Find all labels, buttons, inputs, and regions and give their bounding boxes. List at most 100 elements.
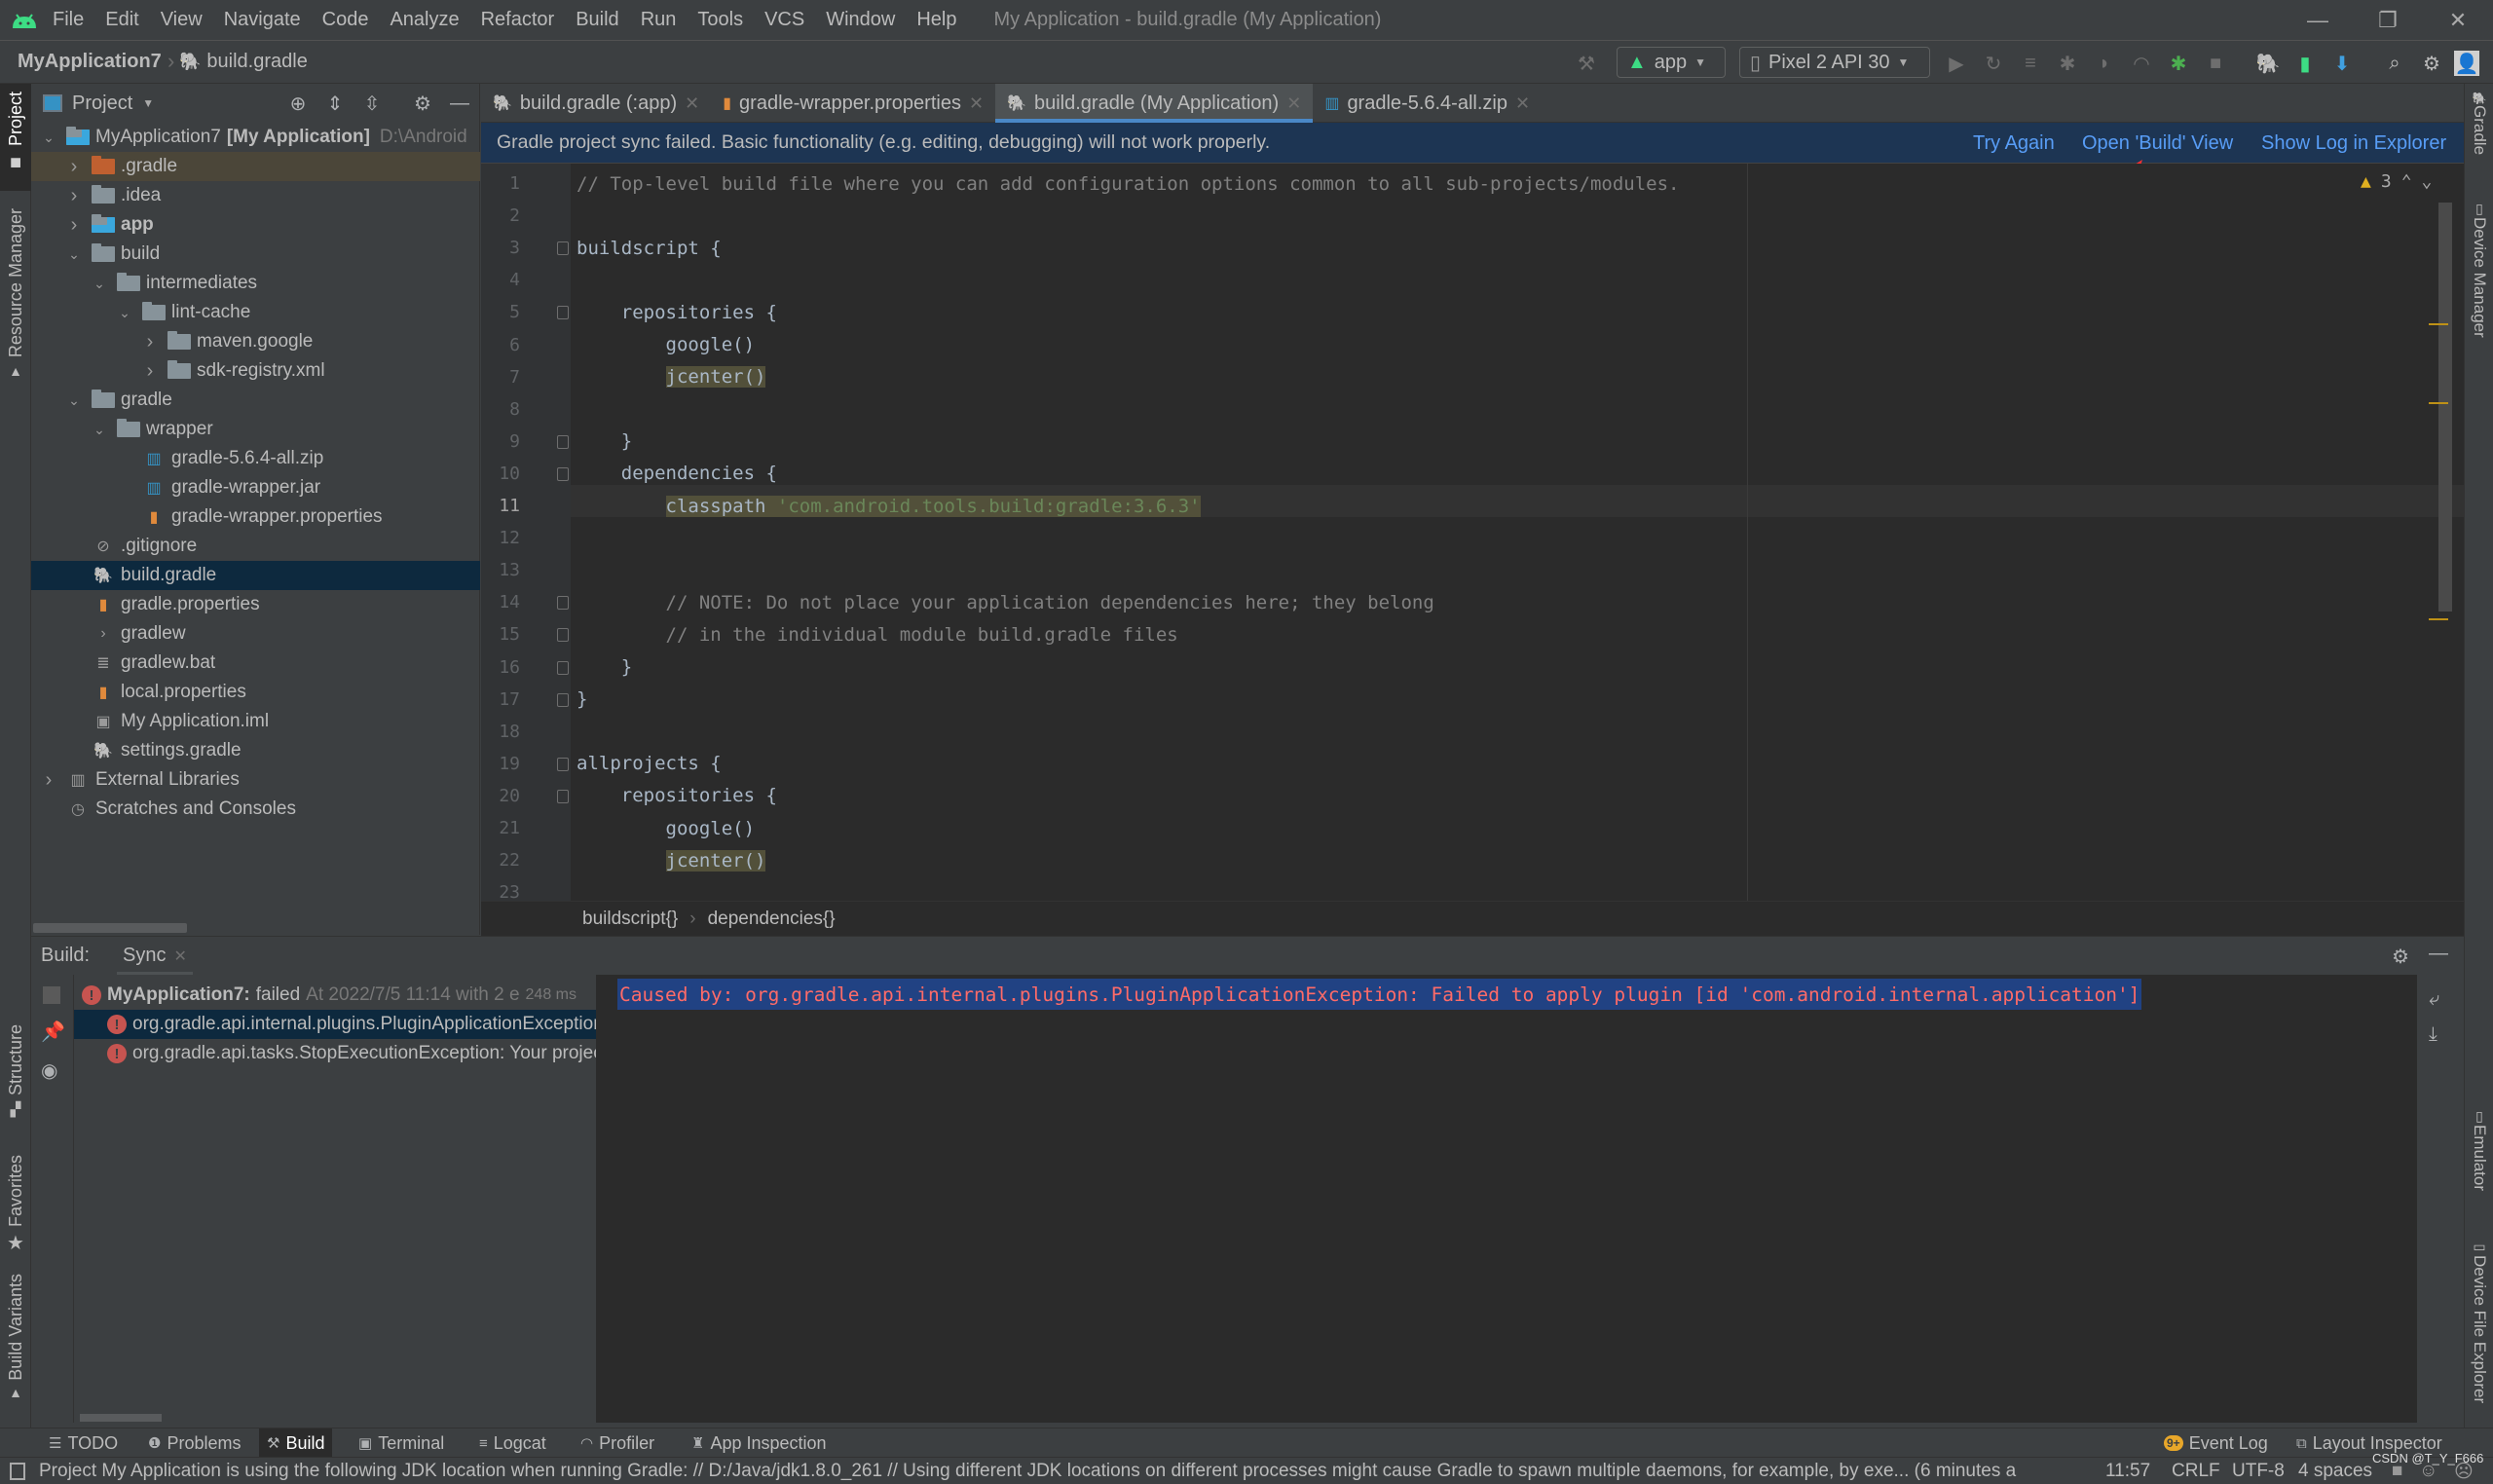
menu-code[interactable]: Code	[322, 9, 369, 31]
tree-item[interactable]: ◷ Scratches and Consoles	[31, 795, 480, 824]
tool-tab-terminal[interactable]: ▣ Terminal	[351, 1428, 452, 1458]
tool-tab-event-log[interactable]: 9+ Event Log	[2156, 1428, 2276, 1458]
profile-icon[interactable]: ◠	[2129, 51, 2154, 76]
inspection-widget[interactable]: ▲ 3 ⌃ ⌄	[2361, 171, 2432, 192]
build-tree-item[interactable]: ! org.gradle.api.internal.plugins.PluginA…	[74, 1010, 596, 1039]
chevron-right-icon[interactable]: ›	[142, 360, 158, 383]
breadcrumb-dependencies[interactable]: dependencies{}	[708, 909, 836, 930]
tree-item[interactable]: ▣ My Application.iml	[31, 707, 480, 736]
sdk-manager-icon[interactable]: ⬇	[2329, 51, 2355, 76]
chevron-down-icon[interactable]: ⌄	[41, 130, 56, 146]
stripe-tab-project[interactable]: Project ■	[0, 84, 31, 191]
stripe-tab-device-file-explorer[interactable]: ▭ Device File Explorer	[2465, 1239, 2493, 1453]
soft-wrap-icon[interactable]: ⤶	[2429, 988, 2439, 1011]
fold-marker-icon[interactable]	[557, 789, 569, 803]
caret-position[interactable]: 11:57	[2105, 1461, 2150, 1482]
tree-item[interactable]: ⌄ build	[31, 240, 480, 269]
search-icon[interactable]: ⌕	[2382, 51, 2407, 76]
menu-refactor[interactable]: Refactor	[481, 9, 555, 31]
close-button[interactable]: ✕	[2438, 6, 2477, 35]
stripe-tab-build-variants[interactable]: Build Variants ▲	[0, 1274, 31, 1410]
menu-window[interactable]: Window	[826, 9, 895, 31]
tab-sync[interactable]: Sync ✕	[117, 937, 193, 976]
stripe-tab-resource-manager[interactable]: Resource Manager ▲	[0, 201, 31, 386]
breadcrumb-project[interactable]: MyApplication7	[18, 51, 162, 73]
stripe-tab-structure[interactable]: Structure ▞	[0, 1024, 31, 1132]
tree-item[interactable]: ⌄ lint-cache	[31, 298, 480, 327]
tree-item[interactable]: ⌄ MyApplication7 [My Application] D:\Androi…	[31, 123, 480, 152]
menu-tools[interactable]: Tools	[697, 9, 743, 31]
editor-tab[interactable]: ▥ gradle-5.6.4-all.zip ✕	[1313, 84, 1542, 123]
tree-item[interactable]: › app	[31, 210, 480, 240]
avd-manager-icon[interactable]: ▮	[2292, 51, 2318, 76]
previous-highlight-icon[interactable]: ⌃	[2401, 171, 2412, 192]
collapse-all-icon[interactable]: ⇳	[360, 92, 384, 115]
chevron-down-icon[interactable]: ⌄	[117, 305, 132, 321]
menu-edit[interactable]: Edit	[105, 9, 138, 31]
fold-marker-icon[interactable]	[557, 434, 569, 449]
tool-tab-profiler[interactable]: ◠ Profiler	[573, 1428, 662, 1458]
run-with-coverage-icon[interactable]: ◗	[2092, 51, 2117, 76]
tool-tab-problems[interactable]: ❶ Problems	[140, 1428, 248, 1458]
hide-panel-icon[interactable]: —	[2429, 943, 2448, 965]
stripe-tab-emulator[interactable]: ▯ Emulator	[2465, 1108, 2493, 1225]
close-icon[interactable]: ✕	[174, 946, 187, 966]
close-tab-icon[interactable]: ✕	[969, 93, 984, 114]
tree-item[interactable]: ▥ gradle-wrapper.jar	[31, 473, 480, 502]
build-tree-item[interactable]: ! MyApplication7: failed At 2022/7/5 11:14 …	[74, 981, 596, 1010]
tool-tab-build[interactable]: ⚒ Build	[259, 1428, 333, 1458]
tree-item[interactable]: › sdk-registry.xml	[31, 356, 480, 386]
warning-stripe-mark[interactable]	[2429, 323, 2448, 325]
menu-vcs[interactable]: VCS	[764, 9, 804, 31]
menu-file[interactable]: File	[53, 9, 84, 31]
editor-tab[interactable]: 🐘 build.gradle (:app) ✕	[481, 84, 711, 123]
tree-item[interactable]: ⌄ wrapper	[31, 415, 480, 444]
try-again-link[interactable]: Try Again	[1973, 132, 2055, 155]
tree-item[interactable]: › gradlew	[31, 619, 480, 649]
stop-icon[interactable]: ■	[2203, 51, 2228, 76]
tool-tab-logcat[interactable]: ≡ Logcat	[471, 1428, 554, 1458]
fold-marker-icon[interactable]	[557, 466, 569, 481]
chevron-right-icon[interactable]: ›	[142, 331, 158, 353]
tree-item[interactable]: ▮ local.properties	[31, 678, 480, 707]
apply-code-changes-icon[interactable]: ≡	[2018, 51, 2043, 76]
device-selector[interactable]: ▯ Pixel 2 API 30 ▼	[1739, 47, 1930, 78]
stripe-tab-favorites[interactable]: Favorites ★	[0, 1155, 31, 1254]
scroll-to-end-icon[interactable]: ⤓	[2429, 1023, 2437, 1046]
editor-vertical-scrollbar[interactable]	[2438, 203, 2452, 612]
file-encoding[interactable]: UTF-8	[2232, 1461, 2285, 1482]
hide-panel-icon[interactable]: —	[448, 92, 471, 115]
tool-tab-todo[interactable]: ☰ TODO	[41, 1428, 126, 1458]
warning-stripe-mark[interactable]	[2429, 618, 2448, 620]
build-tree-scrollbar[interactable]	[80, 1414, 162, 1422]
tree-item[interactable]: ≣ gradlew.bat	[31, 649, 480, 678]
build-console[interactable]: Caused by: org.gradle.api.internal.plugi…	[596, 975, 2417, 1423]
warning-stripe-mark[interactable]	[2429, 402, 2448, 404]
tree-item[interactable]: › maven.google	[31, 327, 480, 356]
tree-item[interactable]: ▥ gradle-5.6.4-all.zip	[31, 444, 480, 473]
select-opened-file-icon[interactable]: ⊕	[286, 92, 310, 115]
tree-item[interactable]: › .idea	[31, 181, 480, 210]
indent-setting[interactable]: 4 spaces	[2298, 1461, 2372, 1482]
make-project-hammer-icon[interactable]: ⚒	[1574, 51, 1599, 76]
close-tab-icon[interactable]: ✕	[1286, 93, 1301, 114]
code-editor[interactable]: 1 2 3 4 5 6 7 8 9 10 11 12 13 14 15 16 17 18 19 20 21 22 23 //…	[481, 164, 2464, 901]
editor-tab[interactable]: 🐘 build.gradle (My Application) ✕	[995, 84, 1314, 123]
attach-debugger-icon[interactable]: ✱	[2166, 51, 2191, 76]
fold-marker-icon[interactable]	[557, 757, 569, 771]
tree-item[interactable]: › .gradle	[31, 152, 480, 181]
tree-item[interactable]: ⌄ gradle	[31, 386, 480, 415]
restore-button[interactable]: ❐	[2368, 6, 2407, 35]
sync-gradle-icon[interactable]: 🐘	[2255, 51, 2281, 76]
tree-item[interactable]: › ▥ External Libraries	[31, 765, 480, 795]
menu-help[interactable]: Help	[916, 9, 956, 31]
account-avatar[interactable]: 👤	[2454, 51, 2479, 76]
fold-marker-icon[interactable]	[557, 660, 569, 675]
menu-navigate[interactable]: Navigate	[224, 9, 301, 31]
minimize-button[interactable]: —	[2298, 6, 2337, 35]
tool-tab-app-inspection[interactable]: ♜ App Inspection	[684, 1428, 835, 1458]
close-tab-icon[interactable]: ✕	[1515, 93, 1530, 114]
horizontal-scrollbar[interactable]	[33, 923, 187, 933]
line-separator[interactable]: CRLF	[2172, 1461, 2220, 1482]
run-config-selector[interactable]: ▲ app ▼	[1617, 47, 1726, 78]
